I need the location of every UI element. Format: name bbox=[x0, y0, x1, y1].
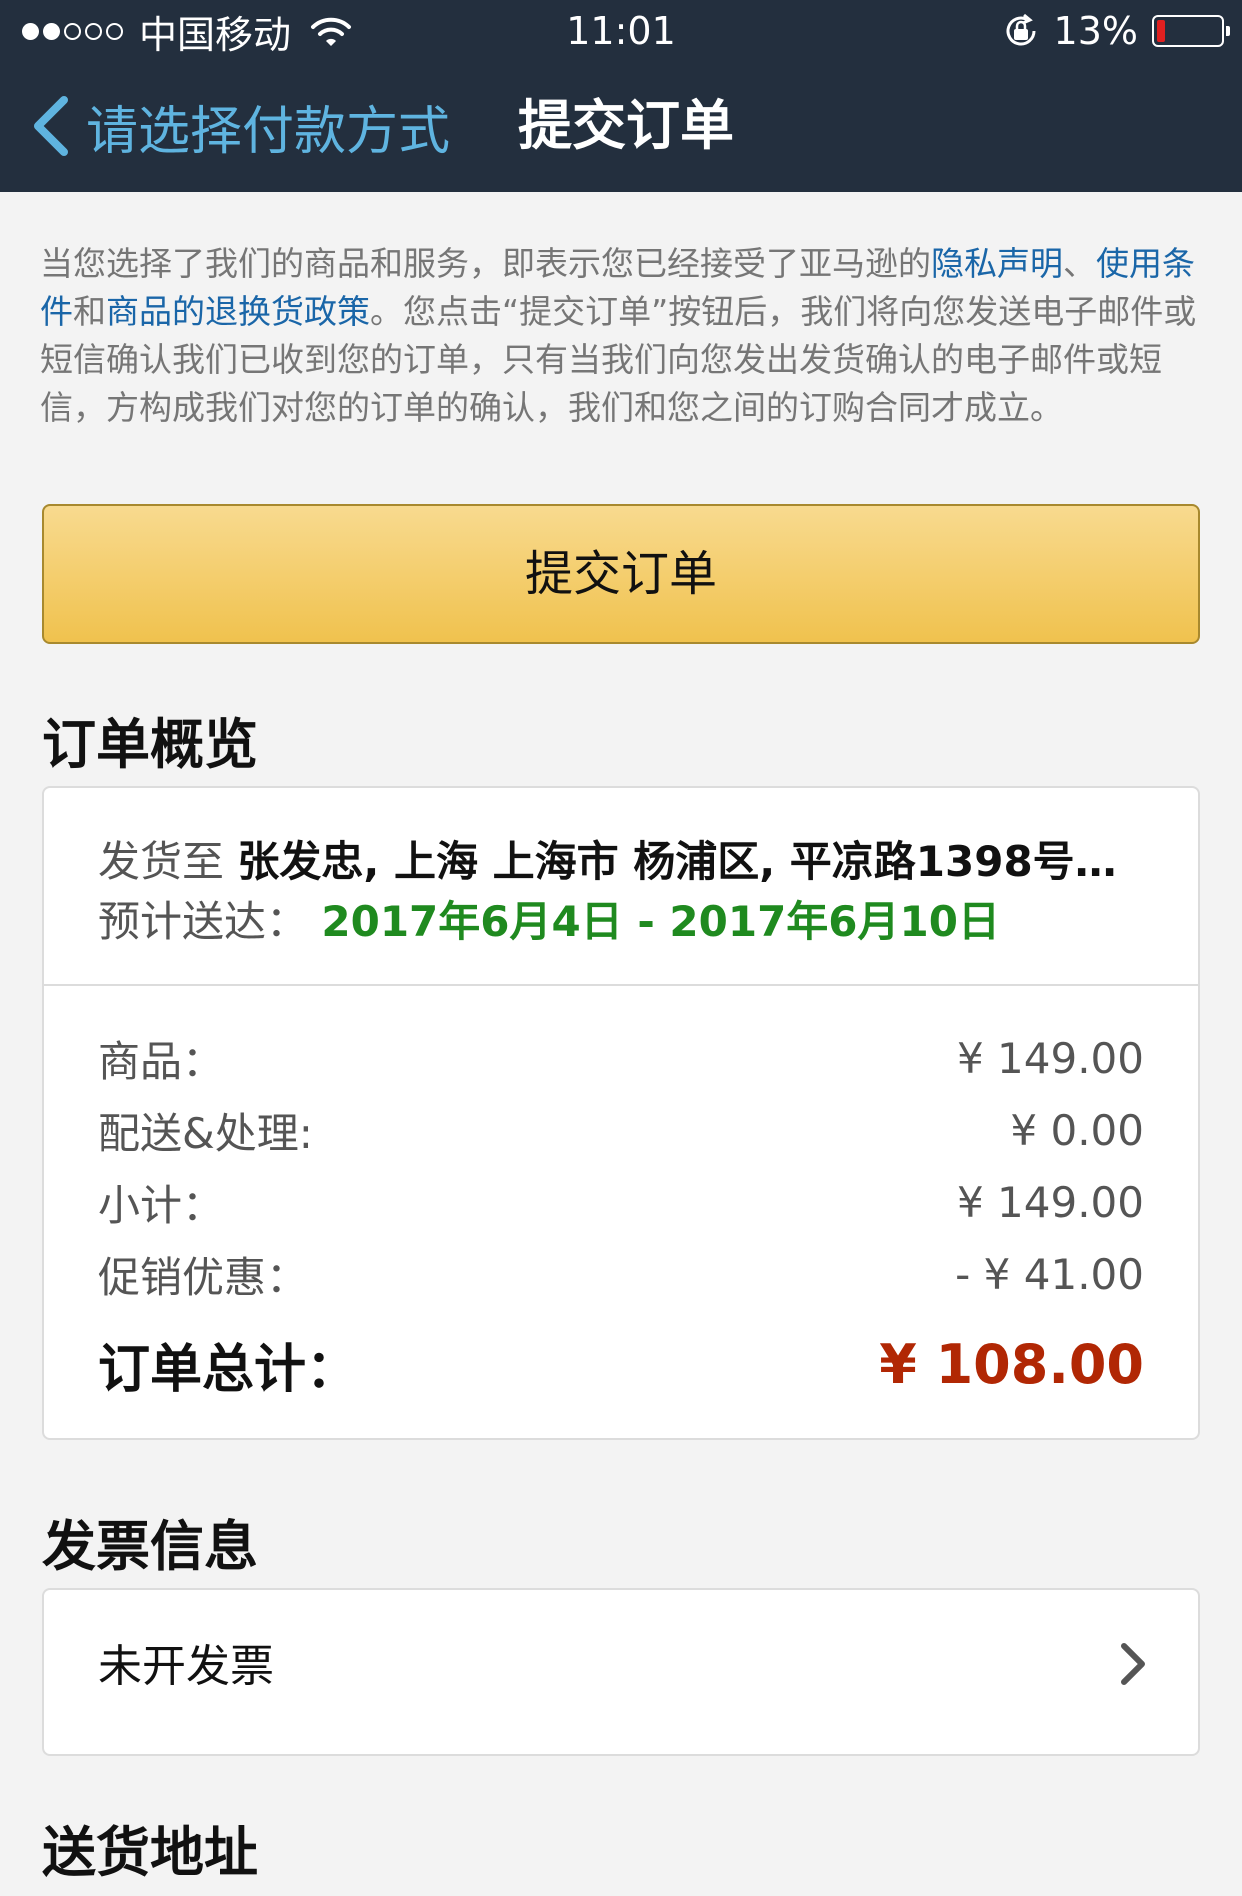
back-button-label: 请选择付款方式 bbox=[86, 101, 451, 162]
price-value: ¥ 0.00 bbox=[1010, 1105, 1144, 1155]
price-label: 配送&处理: bbox=[98, 1108, 313, 1158]
battery-icon bbox=[1152, 15, 1230, 47]
returns-policy-link[interactable]: 商品的退换货政策 bbox=[106, 292, 370, 331]
invoice-value: 未开发票 bbox=[98, 1641, 274, 1692]
battery-level bbox=[1157, 20, 1166, 42]
order-total-label: 订单总计： bbox=[98, 1339, 359, 1400]
order-overview-card: 发货至 张发忠, 上海 上海市 杨浦区, 平凉路1398号… 预计送达： 201… bbox=[42, 786, 1200, 1440]
legal-text: 和 bbox=[73, 292, 106, 331]
navigation-bar: 请选择付款方式 提交订单 bbox=[0, 62, 1242, 192]
order-total-value: ¥ 108.00 bbox=[879, 1332, 1144, 1396]
divider bbox=[44, 984, 1198, 986]
rotation-lock-icon bbox=[1006, 13, 1036, 46]
price-value: - ¥ 41.00 bbox=[955, 1249, 1144, 1299]
price-row-promotion: 促销优惠： - ¥ 41.00 bbox=[98, 1244, 1144, 1304]
eta-label: 预计送达： bbox=[98, 897, 309, 946]
invoice-card[interactable]: 未开发票 bbox=[42, 1588, 1200, 1756]
page-title: 提交订单 bbox=[518, 94, 734, 157]
status-bar: 中国移动 11:01 13% bbox=[0, 0, 1242, 62]
battery-tip bbox=[1226, 26, 1230, 36]
price-label: 促销优惠： bbox=[98, 1252, 309, 1302]
eta-value: 2017年6月4日 - 2017年6月10日 bbox=[321, 897, 1000, 946]
status-right: 13% bbox=[1002, 8, 1230, 54]
ship-to-address: 张发忠, 上海 上海市 杨浦区, 平凉路1398号… bbox=[237, 837, 1117, 886]
price-row-items: 商品： ¥ 149.00 bbox=[98, 1028, 1144, 1088]
order-total-row: 订单总计： ¥ 108.00 bbox=[98, 1324, 1144, 1404]
invoice-title: 发票信息 bbox=[42, 1515, 258, 1578]
privacy-link[interactable]: 隐私声明 bbox=[931, 244, 1063, 283]
legal-text: 、 bbox=[1063, 244, 1096, 283]
chevron-right-icon bbox=[1121, 1643, 1145, 1685]
chevron-left-icon bbox=[34, 96, 68, 156]
submit-order-button[interactable]: 提交订单 bbox=[42, 504, 1200, 644]
price-label: 商品： bbox=[98, 1036, 225, 1086]
price-row-shipping: 配送&处理: ¥ 0.00 bbox=[98, 1100, 1144, 1160]
legal-text: 当您选择了我们的商品和服务，即表示您已经接受了亚马逊的 bbox=[40, 244, 931, 283]
ship-to-row[interactable]: 发货至 张发忠, 上海 上海市 杨浦区, 平凉路1398号… bbox=[98, 828, 1117, 889]
price-row-subtotal: 小计： ¥ 149.00 bbox=[98, 1172, 1144, 1232]
delivery-address-title: 送货地址 bbox=[42, 1821, 258, 1884]
price-value: ¥ 149.00 bbox=[956, 1177, 1144, 1227]
eta-row: 预计送达： 2017年6月4日 - 2017年6月10日 bbox=[98, 888, 1000, 949]
ship-to-label: 发货至 bbox=[98, 837, 225, 886]
legal-notice: 当您选择了我们的商品和服务，即表示您已经接受了亚马逊的隐私声明、使用条件和商品的… bbox=[40, 240, 1200, 432]
price-label: 小计： bbox=[98, 1180, 225, 1230]
order-overview-title: 订单概览 bbox=[42, 713, 258, 776]
battery-percent: 13% bbox=[1053, 9, 1138, 53]
price-value: ¥ 149.00 bbox=[956, 1033, 1144, 1083]
back-button[interactable]: 请选择付款方式 bbox=[30, 86, 450, 166]
